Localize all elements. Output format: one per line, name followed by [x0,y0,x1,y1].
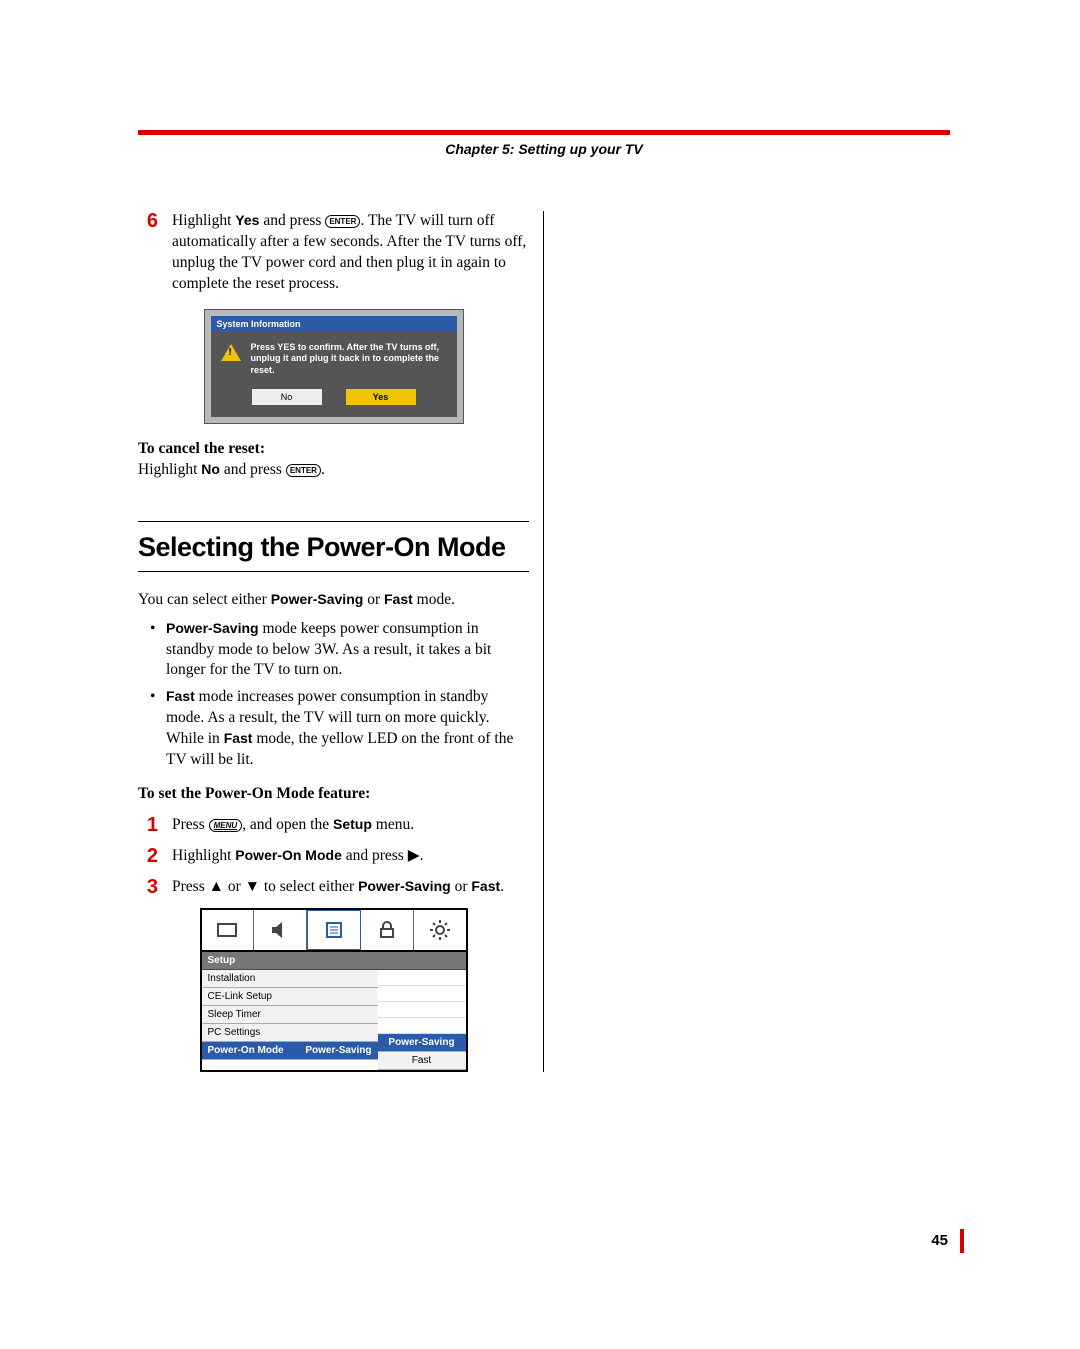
procedure-heading: To set the Power-On Mode feature: [138,785,529,803]
option-fast[interactable]: Fast [378,1052,466,1070]
tab-lock-icon[interactable] [361,910,414,950]
step-2: 2 Highlight Power-On Mode and press ▶. [138,846,529,867]
dialog-title: System Information [211,316,457,332]
tab-bar [202,910,466,952]
up-arrow-icon: ▲ [209,878,224,895]
tab-picture-icon[interactable] [202,910,255,950]
page-number-accent [960,1229,964,1253]
system-info-dialog: System Information Press YES to confirm.… [204,309,464,424]
menu-category: Setup [202,952,466,970]
dialog-message: Press YES to confirm. After the TV turns… [251,342,447,377]
cancel-text: Highlight No and press ENTER. [138,460,529,481]
step-number: 1 [138,815,158,836]
column-divider [543,211,544,1072]
step-number: 6 [138,211,158,295]
section-title: Selecting the Power-On Mode [138,522,529,571]
tab-audio-icon[interactable] [254,910,307,950]
step-number: 3 [138,877,158,898]
page-number: 45 [931,1232,948,1249]
tab-setup-icon[interactable] [307,910,361,950]
bullet-power-saving: Power-Saving mode keeps power consumptio… [138,619,529,682]
menu-item-power-on-mode[interactable]: Power-On ModePower-Saving [202,1042,378,1060]
menu-item-installation[interactable]: Installation [202,970,378,988]
menu-item-celink[interactable]: CE-Link Setup [202,988,378,1006]
tab-preferences-icon[interactable] [414,910,466,950]
menu-item-sleep-timer[interactable]: Sleep Timer [202,1006,378,1024]
label-yes: Yes [235,212,259,228]
warning-icon [221,344,241,361]
step-3: 3 Press ▲ or ▼ to select either Power-Sa… [138,877,529,898]
bullet-fast: Fast mode increases power consumption in… [138,687,529,771]
dialog-yes-button[interactable]: Yes [346,389,416,405]
intro-text: You can select either Power-Saving or Fa… [138,590,529,611]
step-text: Highlight Yes and press ENTER. The TV wi… [172,211,529,295]
option-power-saving[interactable]: Power-Saving [378,1034,466,1052]
step-6: 6 Highlight Yes and press ENTER. The TV … [138,211,529,295]
down-arrow-icon: ▼ [245,878,260,895]
cancel-heading: To cancel the reset: [138,440,529,458]
step-1: 1 Press MENU, and open the Setup menu. [138,815,529,836]
setup-menu-screenshot: Setup Installation CE-Link Setup Sleep T… [200,908,468,1072]
menu-icon: MENU [209,819,243,832]
right-arrow-icon: ▶ [408,847,420,864]
dialog-no-button[interactable]: No [252,389,322,405]
enter-icon: ENTER [286,464,321,477]
enter-icon: ENTER [325,215,360,228]
chapter-header: Chapter 5: Setting up your TV [138,130,950,157]
right-column-empty [559,211,950,1072]
label-no: No [201,461,220,477]
menu-item-pc-settings[interactable]: PC Settings [202,1024,378,1042]
step-number: 2 [138,846,158,867]
